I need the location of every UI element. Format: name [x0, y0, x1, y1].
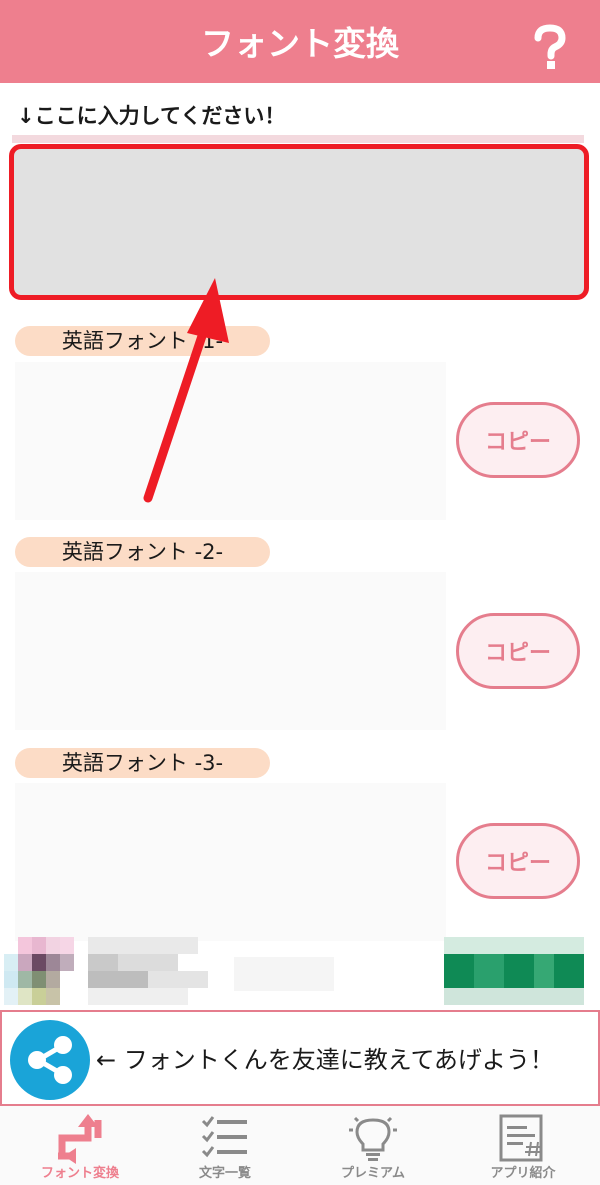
- page-title: フォント変換: [201, 24, 399, 63]
- font-output-3: [15, 783, 446, 941]
- font-output-2: [15, 572, 446, 730]
- share-message: ← フォントくんを友達に教えてあげよう！: [96, 1046, 554, 1074]
- share-icon[interactable]: [10, 1020, 90, 1100]
- font-label-3: 英語フォント -3-: [15, 748, 270, 778]
- tab-label: フォント変換: [40, 1166, 119, 1181]
- tab-label: 文字一覧: [198, 1166, 251, 1181]
- font-label-1: 英語フォント -1-: [15, 326, 270, 356]
- copy-button-1[interactable]: コピー: [456, 402, 580, 478]
- tab-premium[interactable]: プレミアム: [298, 1108, 448, 1185]
- ad-banner[interactable]: [4, 937, 586, 1007]
- convert-arrows-icon: [58, 1114, 102, 1164]
- checklist-icon: [201, 1116, 247, 1158]
- tab-label: アプリ紹介: [490, 1166, 556, 1181]
- tab-font-convert[interactable]: フォント変換: [5, 1108, 155, 1185]
- tab-app-intro[interactable]: アプリ紹介: [448, 1108, 598, 1185]
- lightbulb-icon: [349, 1116, 397, 1161]
- document-hash-icon: [499, 1114, 543, 1162]
- question-mark-icon[interactable]: [530, 24, 570, 70]
- text-input-area[interactable]: [9, 144, 589, 300]
- tab-label: プレミアム: [340, 1166, 406, 1181]
- copy-button-3[interactable]: コピー: [456, 823, 580, 899]
- copy-button-2[interactable]: コピー: [456, 613, 580, 689]
- tab-character-list[interactable]: 文字一覧: [150, 1108, 300, 1185]
- font-label-2: 英語フォント -2-: [15, 537, 270, 567]
- input-instruction: ↓ここに入力してください！: [17, 104, 286, 128]
- input-top-strip: [12, 135, 584, 143]
- font-output-1: [15, 362, 446, 520]
